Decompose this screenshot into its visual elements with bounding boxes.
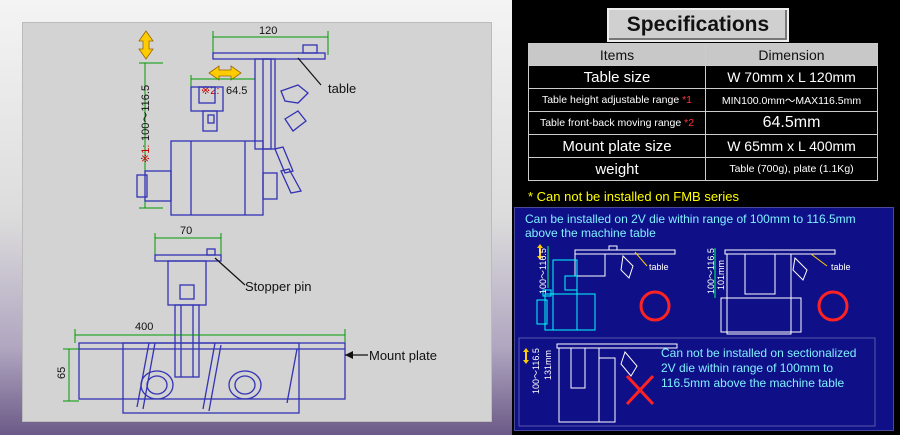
- footnote-mark: *2: [684, 117, 695, 129]
- ng-text-line-3: 116.5mm above the machine table: [661, 376, 845, 390]
- table-row: Table height adjustable range *1 MIN100.…: [528, 88, 878, 112]
- dimension-moving-label: 64.5: [226, 85, 247, 97]
- fig2-table-label: table: [831, 262, 851, 272]
- fig1-dimension: 100～116.5: [538, 248, 548, 294]
- stopper-pin-label: Stopper pin: [245, 279, 312, 294]
- fig2-dimension-a: 100～116.5: [706, 248, 716, 294]
- fig2-dimension-b: 101mm: [716, 260, 726, 290]
- ok-circle-icon: [817, 290, 849, 322]
- row-value: 64.5mm: [705, 111, 878, 135]
- dimension-65-label: 65: [56, 367, 68, 379]
- dimension-height-mark: ※1:: [140, 145, 152, 163]
- table-header-row: Items Dimension: [528, 43, 878, 66]
- dimension-height-label: 100～116.5: [140, 85, 152, 141]
- fmb-note: * Can not be installed on FMB series: [528, 189, 739, 204]
- dimension-400: [74, 329, 346, 343]
- adjust-arrow-icon: [537, 244, 543, 248]
- technical-drawing: 120 ※1: 100～116.5 ※2: 64.5 table 70 Stop…: [22, 22, 492, 422]
- row-value: Table (700g), plate (1.1Kg): [705, 157, 878, 181]
- dimension-70-label: 70: [180, 225, 192, 237]
- specifications-table: Items Dimension Table size W 70mm x L 12…: [528, 43, 878, 181]
- dimension-400-label: 400: [135, 321, 153, 333]
- header-dimension: Dimension: [705, 43, 878, 66]
- vertical-adjust-arrow-icon: [138, 30, 154, 60]
- table-label: table: [328, 81, 356, 96]
- ng-dimension-a: 100～116.5: [531, 348, 541, 394]
- row-item: Mount plate size: [528, 134, 706, 158]
- mount-plate-label: Mount plate: [369, 348, 437, 363]
- installation-panel: Can be installed on 2V die within range …: [514, 207, 894, 431]
- table-row: weight Table (700g), plate (1.1Kg): [528, 157, 878, 181]
- mount-plate-drawing: [78, 342, 346, 414]
- horizontal-adjust-arrow-icon: [208, 65, 242, 81]
- specifications-title: Specifications: [607, 8, 789, 42]
- ng-text-line-2: 2V die within range of 100mm to: [661, 361, 834, 375]
- table-row: Table size W 70mm x L 120mm: [528, 65, 878, 89]
- row-item: Table size: [528, 65, 706, 89]
- row-item: Table front-back moving range *2: [528, 111, 706, 135]
- table-front-view: [154, 248, 222, 378]
- footnote-mark: *1: [682, 94, 693, 106]
- adjust-arrow-icon: [523, 348, 529, 352]
- drawing-panel: 120 ※1: 100～116.5 ※2: 64.5 table 70 Stop…: [0, 0, 512, 435]
- dimension-120-label: 120: [259, 25, 277, 37]
- fig1-table-label: table: [649, 262, 669, 272]
- ng-cross-icon: [625, 374, 655, 406]
- header-items: Items: [528, 43, 706, 66]
- ng-dimension-b: 131mm: [543, 350, 553, 380]
- table-row: Table front-back moving range *2 64.5mm: [528, 111, 878, 135]
- row-value: W 70mm x L 120mm: [705, 65, 878, 89]
- row-item: weight: [528, 157, 706, 181]
- row-value: MIN100.0mm～MAX116.5mm: [705, 88, 878, 112]
- row-value: W 65mm x L 400mm: [705, 134, 878, 158]
- ok-circle-icon: [639, 290, 671, 322]
- table-row: Mount plate size W 65mm x L 400mm: [528, 134, 878, 158]
- row-item: Table height adjustable range *1: [528, 88, 706, 112]
- ng-text-line-1: Can not be installed on sectionalized: [661, 346, 857, 360]
- install-ng-figure: [556, 343, 678, 423]
- install-ok-figure-2: [720, 249, 836, 335]
